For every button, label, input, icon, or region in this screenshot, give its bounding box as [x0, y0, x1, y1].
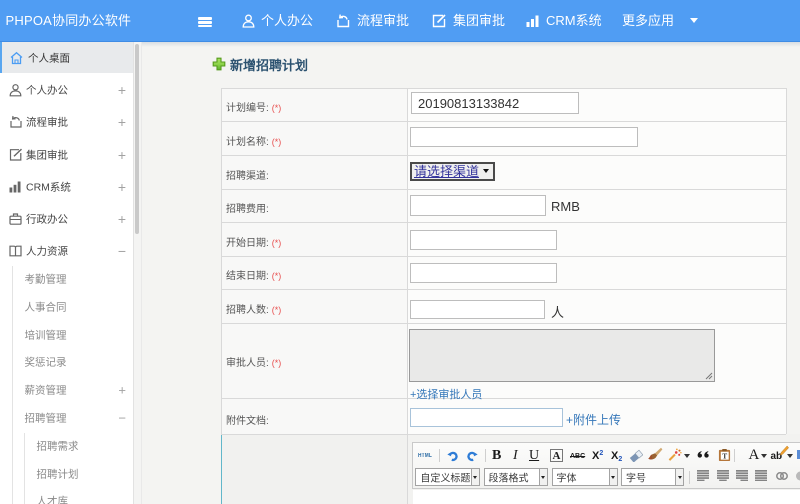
svg-text:T: T: [722, 451, 727, 460]
